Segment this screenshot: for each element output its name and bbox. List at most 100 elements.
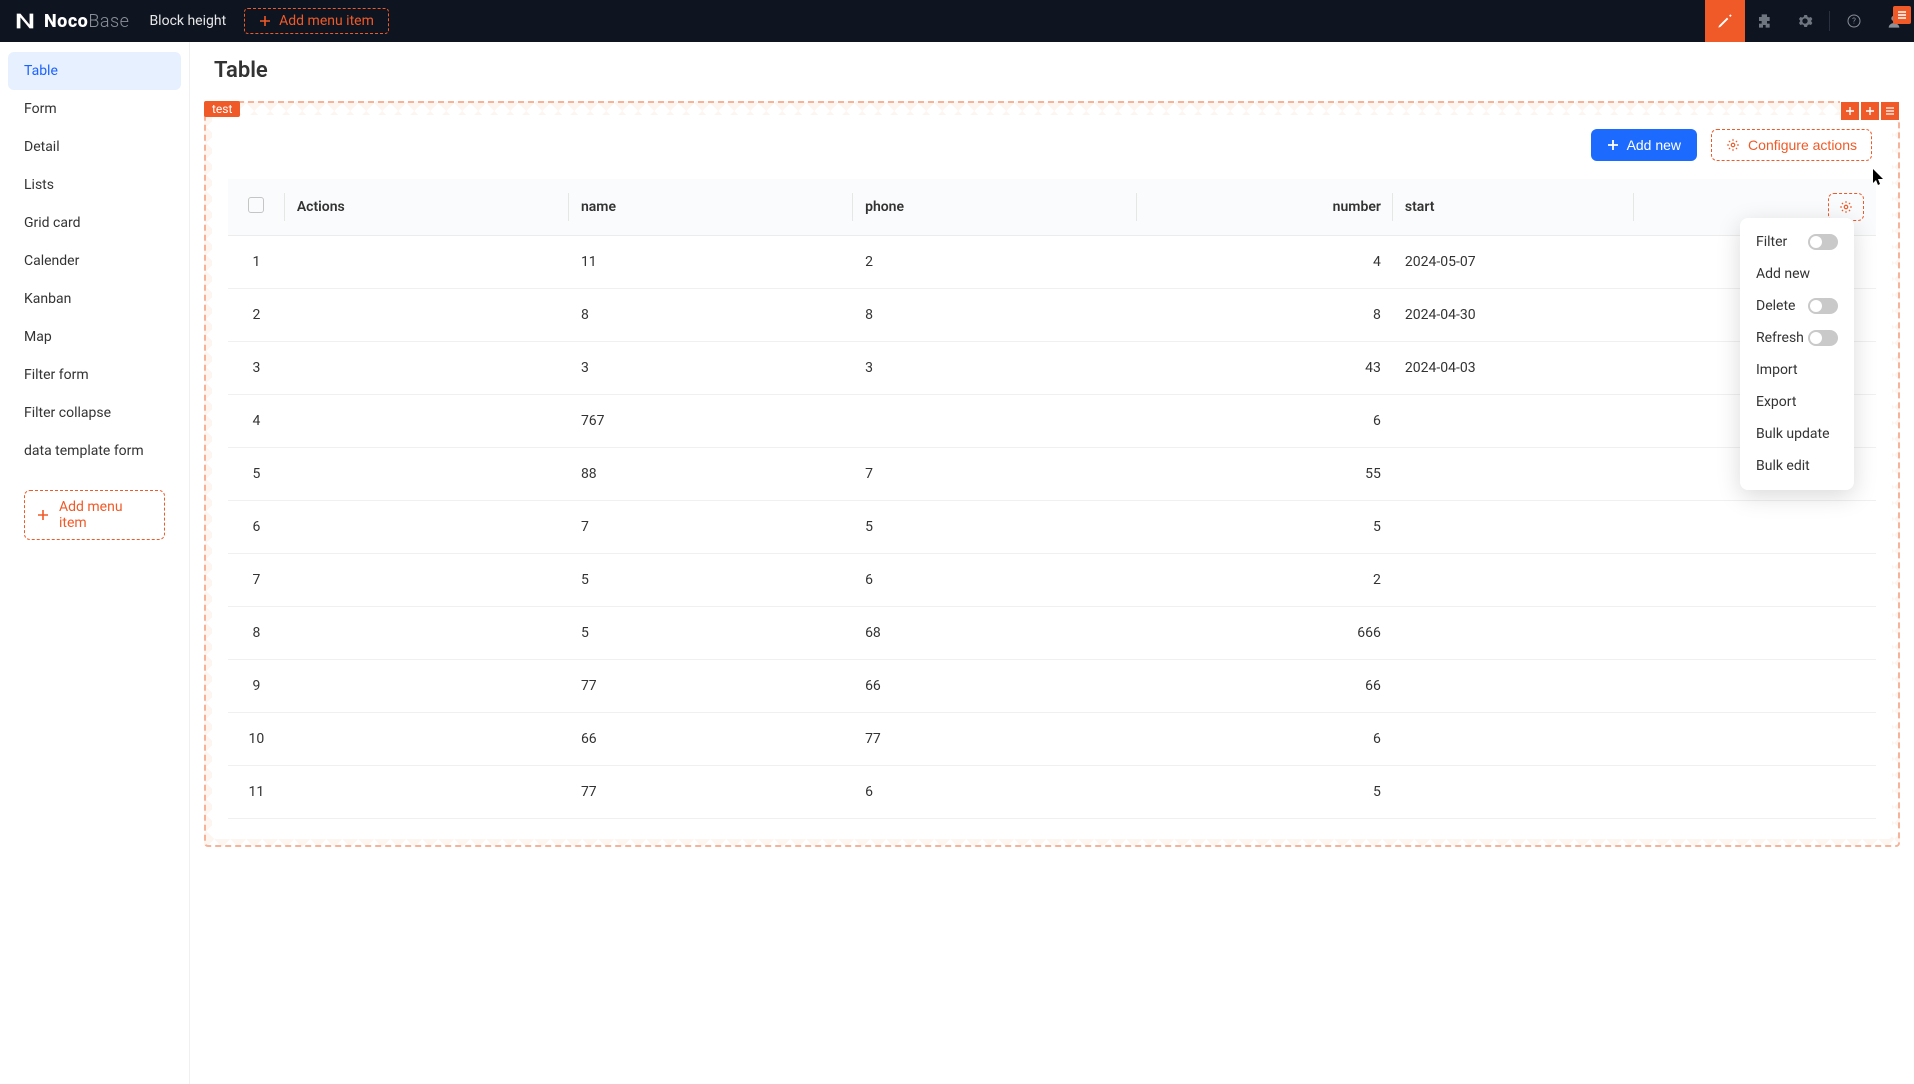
sidebar-item-grid-card[interactable]: Grid card bbox=[0, 204, 189, 242]
table-row[interactable]: 588755 bbox=[228, 448, 1876, 501]
table-header-row: Actions name phone number start bbox=[228, 179, 1876, 236]
add-block-after-icon[interactable] bbox=[1860, 101, 1880, 121]
popover-item-label: Refresh bbox=[1756, 330, 1804, 346]
block-container: test Add new Configure actions bbox=[204, 101, 1900, 847]
column-start[interactable]: start bbox=[1393, 179, 1635, 236]
cell-actions bbox=[285, 395, 569, 448]
column-name[interactable]: name bbox=[569, 179, 853, 236]
add-new-label: Add new bbox=[1627, 137, 1681, 153]
sidebar-item-table[interactable]: Table bbox=[8, 52, 181, 90]
sidebar-add-menu-item[interactable]: Add menu item bbox=[24, 490, 165, 540]
data-table: Actions name phone number start bbox=[228, 179, 1876, 819]
plus-icon bbox=[1607, 139, 1619, 151]
cell-start bbox=[1393, 607, 1635, 660]
design-mode-button[interactable] bbox=[1705, 0, 1745, 42]
column-actions[interactable]: Actions bbox=[285, 179, 569, 236]
cell-actions bbox=[285, 713, 569, 766]
row-index: 9 bbox=[228, 660, 285, 713]
column-number[interactable]: number bbox=[1137, 179, 1393, 236]
settings-button[interactable] bbox=[1785, 0, 1825, 42]
cell-name: 8 bbox=[569, 289, 853, 342]
sidebar-item-data-template-form[interactable]: data template form bbox=[0, 432, 189, 470]
gear-icon bbox=[1726, 138, 1740, 152]
plus-icon bbox=[37, 509, 49, 521]
add-menu-item-top[interactable]: Add menu item bbox=[244, 8, 389, 34]
topbar-divider bbox=[1829, 11, 1830, 31]
cell-actions bbox=[285, 554, 569, 607]
configure-actions-button[interactable]: Configure actions bbox=[1711, 129, 1872, 161]
table-row[interactable]: 6755 bbox=[228, 501, 1876, 554]
top-menu-block-height[interactable]: Block height bbox=[149, 13, 226, 29]
brand-icon bbox=[14, 10, 36, 32]
popover-item-add-new[interactable]: Add new bbox=[1740, 258, 1854, 290]
sidebar: TableFormDetailListsGrid cardCalenderKan… bbox=[0, 42, 190, 1084]
cell-phone: 2 bbox=[853, 236, 1137, 289]
toggle-switch[interactable] bbox=[1808, 330, 1838, 346]
page-settings-icon[interactable] bbox=[1893, 6, 1911, 24]
column-phone[interactable]: phone bbox=[853, 179, 1137, 236]
popover-item-bulk-update[interactable]: Bulk update bbox=[1740, 418, 1854, 450]
cell-phone: 68 bbox=[853, 607, 1137, 660]
cell-number: 66 bbox=[1137, 660, 1393, 713]
table-row[interactable]: 7562 bbox=[228, 554, 1876, 607]
table-row[interactable]: 1066776 bbox=[228, 713, 1876, 766]
add-block-before-icon[interactable] bbox=[1840, 101, 1860, 121]
table-row[interactable]: 111242024-05-07 bbox=[228, 236, 1876, 289]
cell-actions bbox=[285, 660, 569, 713]
sidebar-item-lists[interactable]: Lists bbox=[0, 166, 189, 204]
table-row[interactable]: 333432024-04-03 bbox=[228, 342, 1876, 395]
popover-item-label: Bulk edit bbox=[1756, 458, 1810, 474]
select-all-header[interactable] bbox=[228, 179, 285, 236]
table-row[interactable]: 8568666 bbox=[228, 607, 1876, 660]
cell-number: 4 bbox=[1137, 236, 1393, 289]
popover-item-bulk-edit[interactable]: Bulk edit bbox=[1740, 450, 1854, 482]
popover-item-import[interactable]: Import bbox=[1740, 354, 1854, 386]
cell-start bbox=[1393, 713, 1635, 766]
table-row[interactable]: 47676 bbox=[228, 395, 1876, 448]
help-button[interactable]: ? bbox=[1834, 0, 1874, 42]
toggle-switch[interactable] bbox=[1808, 298, 1838, 314]
configure-columns-button[interactable] bbox=[1828, 193, 1864, 221]
popover-item-delete[interactable]: Delete bbox=[1740, 290, 1854, 322]
cell-actions bbox=[285, 236, 569, 289]
cell-start bbox=[1393, 766, 1635, 819]
sidebar-item-kanban[interactable]: Kanban bbox=[0, 280, 189, 318]
table-row[interactable]: 117765 bbox=[228, 766, 1876, 819]
plugin-button[interactable] bbox=[1745, 0, 1785, 42]
sidebar-item-detail[interactable]: Detail bbox=[0, 128, 189, 166]
sidebar-item-filter-form[interactable]: Filter form bbox=[0, 356, 189, 394]
brand-bold: Noco bbox=[44, 11, 88, 32]
configure-actions-popover: FilterAdd newDeleteRefreshImportExportBu… bbox=[1740, 218, 1854, 490]
block-settings-icon[interactable] bbox=[1880, 101, 1900, 121]
sidebar-item-form[interactable]: Form bbox=[0, 90, 189, 128]
cell-actions bbox=[285, 607, 569, 660]
cell-number: 43 bbox=[1137, 342, 1393, 395]
cell-phone: 8 bbox=[853, 289, 1137, 342]
table-row[interactable]: 9776666 bbox=[228, 660, 1876, 713]
cell-number: 2 bbox=[1137, 554, 1393, 607]
configure-actions-label: Configure actions bbox=[1748, 137, 1857, 153]
add-new-button[interactable]: Add new bbox=[1591, 129, 1697, 161]
cell-name: 11 bbox=[569, 236, 853, 289]
cell-name: 77 bbox=[569, 660, 853, 713]
sidebar-item-map[interactable]: Map bbox=[0, 318, 189, 356]
cell-name: 66 bbox=[569, 713, 853, 766]
cell-phone: 6 bbox=[853, 554, 1137, 607]
toggle-switch[interactable] bbox=[1808, 234, 1838, 250]
popover-item-export[interactable]: Export bbox=[1740, 386, 1854, 418]
cell-phone: 7 bbox=[853, 448, 1137, 501]
cell-number: 666 bbox=[1137, 607, 1393, 660]
popover-item-filter[interactable]: Filter bbox=[1740, 226, 1854, 258]
popover-item-refresh[interactable]: Refresh bbox=[1740, 322, 1854, 354]
sidebar-item-filter-collapse[interactable]: Filter collapse bbox=[0, 394, 189, 432]
cell-actions bbox=[285, 766, 569, 819]
table-row[interactable]: 28882024-04-30 bbox=[228, 289, 1876, 342]
popover-item-label: Import bbox=[1756, 362, 1798, 378]
sidebar-item-calender[interactable]: Calender bbox=[0, 242, 189, 280]
top-menu: Block height Add menu item bbox=[149, 8, 388, 34]
row-index: 8 bbox=[228, 607, 285, 660]
block-corner-icons bbox=[1840, 101, 1900, 121]
cell-name: 5 bbox=[569, 554, 853, 607]
row-index: 5 bbox=[228, 448, 285, 501]
cell-start: 2024-05-07 bbox=[1393, 236, 1635, 289]
